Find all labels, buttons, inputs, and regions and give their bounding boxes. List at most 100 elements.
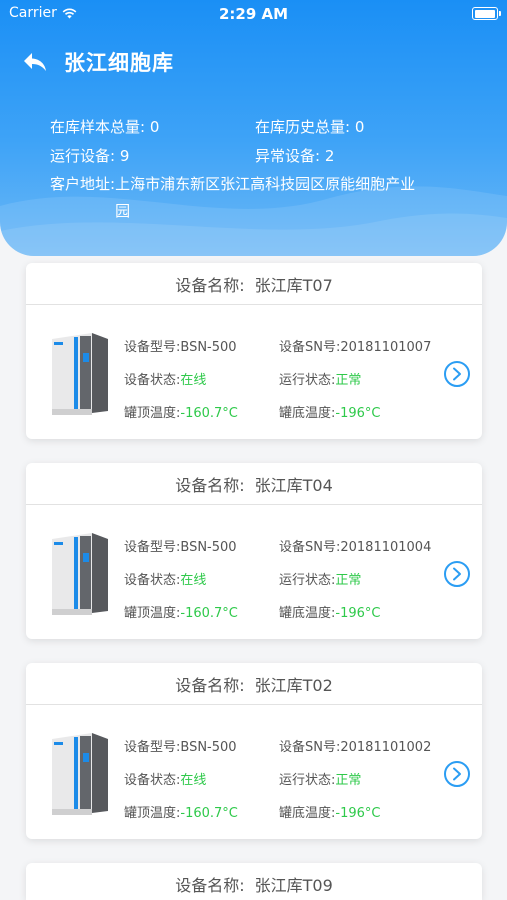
model-label: 设备型号: <box>124 340 181 355</box>
sn-field: 设备SN号:20181101002 <box>279 736 434 755</box>
model-field: 设备型号:BSN-500 <box>124 536 279 555</box>
bottom-temp-value: -196°C <box>335 806 381 821</box>
chevron-right-icon <box>453 367 461 381</box>
top-temp-value: -160.7°C <box>180 406 238 421</box>
history-total-value: 0 <box>354 118 365 136</box>
run-status-value: 正常 <box>335 773 362 788</box>
nav-bar: 张江细胞库 <box>22 46 174 78</box>
bottom-temp-field: 罐底温度:-196°C <box>279 402 434 421</box>
battery-icon <box>472 7 501 20</box>
running-devices-stat: 运行设备: 9 <box>50 145 255 166</box>
device-name-label: 设备名称: <box>175 675 245 695</box>
header: Carrier 2:29 AM 张江细胞库 在库样本总量: 0 在库历史总量: <box>0 0 507 256</box>
device-card-body: 设备型号:BSN-500 设备SN号:20181101002 设备状态:在线 运… <box>26 705 482 839</box>
history-total-label: 在库历史总量: <box>255 118 351 136</box>
device-status-field: 设备状态:在线 <box>124 769 279 788</box>
stored-total-label: 在库样本总量: <box>50 118 146 136</box>
device-status-label: 设备状态: <box>124 373 181 388</box>
device-name: 张江库T02 <box>254 675 333 695</box>
device-detail-button[interactable] <box>444 761 470 787</box>
chevron-right-icon <box>453 567 461 581</box>
stored-total-stat: 在库样本总量: 0 <box>50 116 255 137</box>
storage-tank-image <box>52 533 108 615</box>
bottom-temp-label: 罐底温度: <box>279 606 336 621</box>
device-card-header: 设备名称: 张江库T02 <box>26 663 482 705</box>
model-value: BSN-500 <box>180 340 237 355</box>
sn-value: 20181101002 <box>340 740 432 755</box>
run-status-field: 运行状态:正常 <box>279 569 434 588</box>
sn-label: 设备SN号: <box>279 740 341 755</box>
bottom-temp-field: 罐底温度:-196°C <box>279 602 434 621</box>
device-name-label: 设备名称: <box>175 275 245 295</box>
device-card[interactable]: 设备名称: 张江库T02 设备型号:BSN-500 设备SN号:20181101… <box>26 663 482 839</box>
device-status-value: 在线 <box>180 373 207 388</box>
device-specs: 设备型号:BSN-500 设备SN号:20181101002 设备状态:在线 运… <box>124 729 434 828</box>
model-label: 设备型号: <box>124 740 181 755</box>
bottom-temp-label: 罐底温度: <box>279 806 336 821</box>
status-time: 2:29 AM <box>218 5 289 23</box>
top-temp-field: 罐顶温度:-160.7°C <box>124 402 279 421</box>
chevron-right-icon <box>453 767 461 781</box>
running-devices-value: 9 <box>119 147 130 165</box>
device-name: 张江库T04 <box>254 475 333 495</box>
library-summary: 在库样本总量: 0 在库历史总量: 0 运行设备: 9 异常设备: 2 客户地址… <box>50 112 470 225</box>
top-temp-field: 罐顶温度:-160.7°C <box>124 802 279 821</box>
page-title: 张江细胞库 <box>64 51 174 75</box>
device-status-value: 在线 <box>180 573 207 588</box>
sn-field: 设备SN号:20181101004 <box>279 536 434 555</box>
run-status-field: 运行状态:正常 <box>279 769 434 788</box>
bottom-temp-label: 罐底温度: <box>279 406 336 421</box>
sn-label: 设备SN号: <box>279 340 341 355</box>
bottom-temp-value: -196°C <box>335 606 381 621</box>
device-card[interactable]: 设备名称: 张江库T04 设备型号:BSN-500 设备SN号:20181101… <box>26 463 482 639</box>
top-temp-field: 罐顶温度:-160.7°C <box>124 602 279 621</box>
top-temp-value: -160.7°C <box>180 806 238 821</box>
run-status-field: 运行状态:正常 <box>279 369 434 388</box>
model-field: 设备型号:BSN-500 <box>124 336 279 355</box>
device-specs: 设备型号:BSN-500 设备SN号:20181101007 设备状态:在线 运… <box>124 329 434 428</box>
sn-value: 20181101007 <box>340 340 432 355</box>
model-value: BSN-500 <box>180 740 237 755</box>
back-arrow-icon <box>24 53 46 71</box>
back-button[interactable] <box>22 47 52 77</box>
top-temp-value: -160.7°C <box>180 606 238 621</box>
device-specs: 设备型号:BSN-500 设备SN号:20181101004 设备状态:在线 运… <box>124 529 434 628</box>
top-temp-label: 罐顶温度: <box>124 606 181 621</box>
abnormal-devices-stat: 异常设备: 2 <box>255 145 460 166</box>
run-status-value: 正常 <box>335 573 362 588</box>
device-card-body: 设备型号:BSN-500 设备SN号:20181101007 设备状态:在线 运… <box>26 305 482 439</box>
device-card-body: 设备型号:BSN-500 设备SN号:20181101004 设备状态:在线 运… <box>26 505 482 639</box>
run-status-label: 运行状态: <box>279 573 336 588</box>
address-label: 客户地址: <box>50 175 116 193</box>
device-detail-button[interactable] <box>444 561 470 587</box>
sn-label: 设备SN号: <box>279 540 341 555</box>
storage-tank-image <box>52 733 108 815</box>
device-card[interactable]: 设备名称: 张江库T09 <box>26 863 482 900</box>
top-temp-label: 罐顶温度: <box>124 806 181 821</box>
customer-address: 客户地址: 上海市浦东新区张江高科技园区原能细胞产业园 <box>50 171 470 225</box>
device-detail-button[interactable] <box>444 361 470 387</box>
top-temp-label: 罐顶温度: <box>124 406 181 421</box>
model-label: 设备型号: <box>124 540 181 555</box>
bottom-temp-value: -196°C <box>335 406 381 421</box>
abnormal-devices-value: 2 <box>324 147 335 165</box>
run-status-label: 运行状态: <box>279 773 336 788</box>
address-value: 上海市浦东新区张江高科技园区原能细胞产业园 <box>115 175 416 220</box>
bottom-temp-field: 罐底温度:-196°C <box>279 802 434 821</box>
device-card[interactable]: 设备名称: 张江库T07 设备型号:BSN-500 设备SN号:20181101… <box>26 263 482 439</box>
device-status-field: 设备状态:在线 <box>124 369 279 388</box>
run-status-label: 运行状态: <box>279 373 336 388</box>
device-status-field: 设备状态:在线 <box>124 569 279 588</box>
running-devices-label: 运行设备: <box>50 147 116 165</box>
status-bar: Carrier 2:29 AM <box>0 0 507 28</box>
abnormal-devices-label: 异常设备: <box>255 147 321 165</box>
device-status-value: 在线 <box>180 773 207 788</box>
device-status-label: 设备状态: <box>124 773 181 788</box>
device-card-header: 设备名称: 张江库T07 <box>26 263 482 305</box>
sn-field: 设备SN号:20181101007 <box>279 336 434 355</box>
sn-value: 20181101004 <box>340 540 432 555</box>
device-card-header: 设备名称: 张江库T04 <box>26 463 482 505</box>
device-name-label: 设备名称: <box>175 475 245 495</box>
stored-total-value: 0 <box>149 118 160 136</box>
device-name: 张江库T09 <box>254 876 333 895</box>
